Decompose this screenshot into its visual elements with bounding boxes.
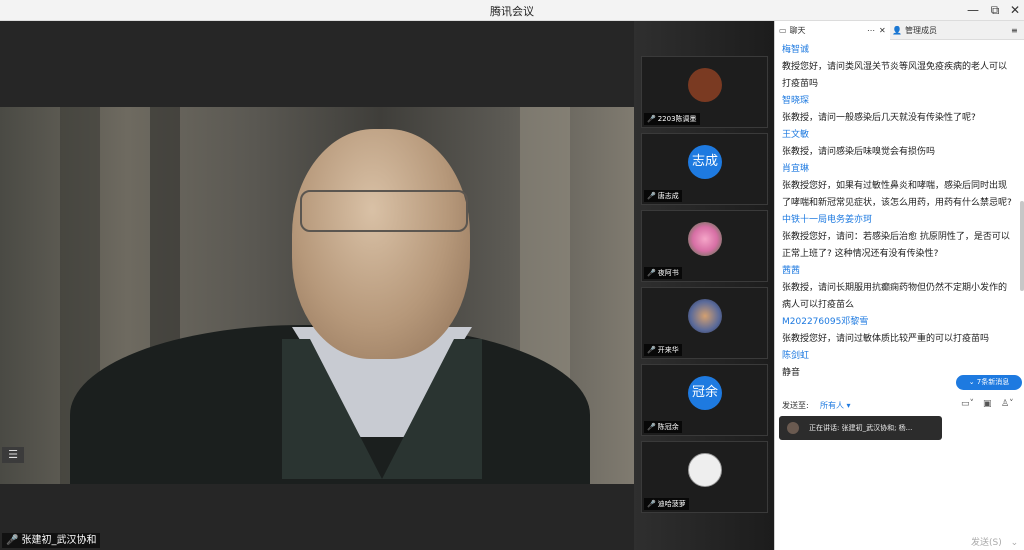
avatar [688, 299, 722, 333]
participant-thumbnail[interactable]: 志成 🎤 唐志成 [641, 133, 768, 205]
mic-muted-icon: 🎤 [647, 423, 656, 431]
screenshot-icon[interactable]: ▣ [983, 399, 992, 409]
message-sender: 梅智诚 [782, 45, 810, 55]
message-sender: 王文敏 [782, 130, 810, 140]
participant-thumbnail[interactable]: 🎤 开来华 [641, 287, 768, 359]
mic-icon: 🎤 [6, 535, 19, 546]
avatar [688, 453, 722, 487]
mic-muted-icon: 🎤 [647, 269, 656, 277]
chat-tabs: ▭ 聊天 ⋯ ✕ 👤 管理成员 ≡ [775, 21, 1024, 40]
speaking-indicator-toast: 正在讲话: 张建初_武汉协和; 杨... [779, 416, 942, 440]
speaker-name-tag: 🎤 张建初_武汉协和 [2, 533, 101, 548]
new-messages-button[interactable]: ⌄ 7条新消息 [956, 375, 1022, 390]
participant-name: 开来华 [657, 346, 679, 354]
send-options-row: 发送至: 所有人 ▾ ▭˅ ▣ ♙˅ [775, 397, 1024, 413]
mic-muted-icon: 🎤 [647, 346, 656, 354]
message-text: 张教授，请问感染后味嗅觉会有损伤吗 [782, 147, 936, 157]
message-sender: 陈剑虹 [782, 351, 810, 361]
chat-scrollbar[interactable] [1020, 201, 1024, 291]
user-settings-icon[interactable]: ♙˅ [1001, 399, 1014, 409]
tab-manage-members[interactable]: 👤 管理成员 [892, 21, 992, 40]
speaker-video[interactable]: ☰ [0, 107, 634, 484]
main-video-stage: ☰ 🎤 张建初_武汉协和 [0, 21, 634, 550]
message-text: 张教授，请问长期服用抗癫痫药物但仍然不定期小发作的病人可以打疫苗么 [782, 283, 1008, 310]
participant-name-tag: 🎤 迪哈菠萝 [644, 498, 689, 510]
message-sender: M202276095邓黎雪 [782, 317, 869, 327]
close-tab-icon[interactable]: ✕ [879, 21, 886, 40]
message-text: 张教授您好，请问：若感染后治愈 抗原阴性了，是否可以正常上班了? 这种情况还有没… [782, 232, 1010, 259]
avatar [688, 68, 722, 102]
tab-chat[interactable]: ▭ 聊天 ⋯ ✕ [775, 21, 890, 40]
participant-name-tag: 🎤 夜阿书 [644, 267, 682, 279]
participant-name: 唐志成 [657, 192, 679, 200]
avatar: 志成 [688, 145, 722, 179]
tab-chat-label: 聊天 [789, 26, 806, 35]
meeting-window: 腾讯会议 — ⧉ ✕ ☰ 🎤 张建初_武汉协和 🎤 2203陈调墨 志成 🎤 唐… [0, 0, 1024, 550]
send-button-label: 发送(S) [971, 538, 1002, 548]
participant-thumbnail[interactable]: 🎤 2203陈调墨 [641, 56, 768, 128]
more-icon[interactable]: ⋯ [867, 21, 875, 40]
avatar [688, 222, 722, 256]
mic-muted-icon: 🎤 [647, 192, 656, 200]
message-text: 张教授，请问一般感染后几天就没有传染性了呢? [782, 113, 976, 123]
chat-icon: ▭ [779, 26, 787, 35]
participant-thumbnail[interactable]: 🎤 夜阿书 [641, 210, 768, 282]
speaker-glasses [300, 190, 468, 232]
send-dropdown-icon[interactable]: ⌄ [1011, 538, 1019, 548]
participant-name: 迪哈菠萝 [657, 500, 686, 508]
send-to-select[interactable]: 所有人 ▾ [820, 400, 851, 411]
folder-icon[interactable]: ▭˅ [961, 399, 974, 409]
title-bar: 腾讯会议 — ⧉ ✕ [0, 0, 1024, 21]
speaker-head [292, 129, 470, 359]
send-to-label: 发送至: [782, 401, 809, 410]
chat-message-list[interactable]: 梅智诚 教授您好，请问类风湿关节炎等风湿免疫疾病的老人可以打疫苗吗 智晓琛 张教… [775, 40, 1021, 400]
participant-thumbnail[interactable]: 冠余 🎤 陈冠余 [641, 364, 768, 436]
participant-thumbnail[interactable]: 🎤 迪哈菠萝 [641, 441, 768, 513]
close-button[interactable]: ✕ [1004, 1, 1024, 19]
message-sender: 智晓琛 [782, 96, 810, 106]
message-text: 教授您好，请问类风湿关节炎等风湿免疫疾病的老人可以打疫苗吗 [782, 62, 1008, 89]
window-title: 腾讯会议 [490, 5, 534, 18]
participant-name-tag: 🎤 陈冠余 [644, 421, 682, 433]
message-sender: 中铁十一局电务姜亦珂 [782, 215, 873, 225]
panel-menu-icon[interactable]: ≡ [1011, 21, 1023, 40]
message-text: 张教授您好，如果有过敏性鼻炎和哮喘，感染后同时出现了哮喘和新冠常见症状，该怎么用… [782, 181, 1012, 208]
mic-muted-icon: 🎤 [647, 115, 656, 123]
participant-name: 2203陈调墨 [657, 115, 697, 123]
message-sender: 肖宜琳 [782, 164, 810, 174]
speaker-name: 张建初_武汉协和 [21, 535, 97, 546]
message-text: 张教授您好，请问过敏体质比较严重的可以打疫苗吗 [782, 334, 990, 344]
minimize-button[interactable]: — [962, 1, 984, 19]
tab-members-label: 管理成员 [904, 26, 937, 35]
speaker-avatar-icon [787, 422, 799, 434]
restore-button[interactable]: ⧉ [984, 1, 1006, 19]
list-icon[interactable]: ☰ [2, 447, 24, 463]
send-button[interactable]: 发送(S) ⌄ [971, 535, 1018, 548]
participant-name: 陈冠余 [657, 423, 679, 431]
mic-muted-icon: 🎤 [647, 500, 656, 508]
avatar: 冠余 [688, 376, 722, 410]
chat-panel: ▭ 聊天 ⋯ ✕ 👤 管理成员 ≡ 梅智诚 教授您好，请问类风湿关节炎等风湿免疫… [774, 21, 1024, 550]
members-icon: 👤 [892, 26, 902, 35]
participant-thumbnails: 🎤 2203陈调墨 志成 🎤 唐志成 🎤 夜阿书 🎤 开来华 冠余 🎤 陈冠余 🎤 迪哈菠萝 [634, 21, 774, 550]
message-sender: 茜茜 [782, 266, 801, 276]
participant-name-tag: 🎤 开来华 [644, 344, 682, 356]
participant-name-tag: 🎤 2203陈调墨 [644, 113, 700, 125]
participant-name-tag: 🎤 唐志成 [644, 190, 682, 202]
participant-name: 夜阿书 [657, 269, 679, 277]
speaking-text: 正在讲话: 张建初_武汉协和; 杨... [809, 424, 913, 432]
